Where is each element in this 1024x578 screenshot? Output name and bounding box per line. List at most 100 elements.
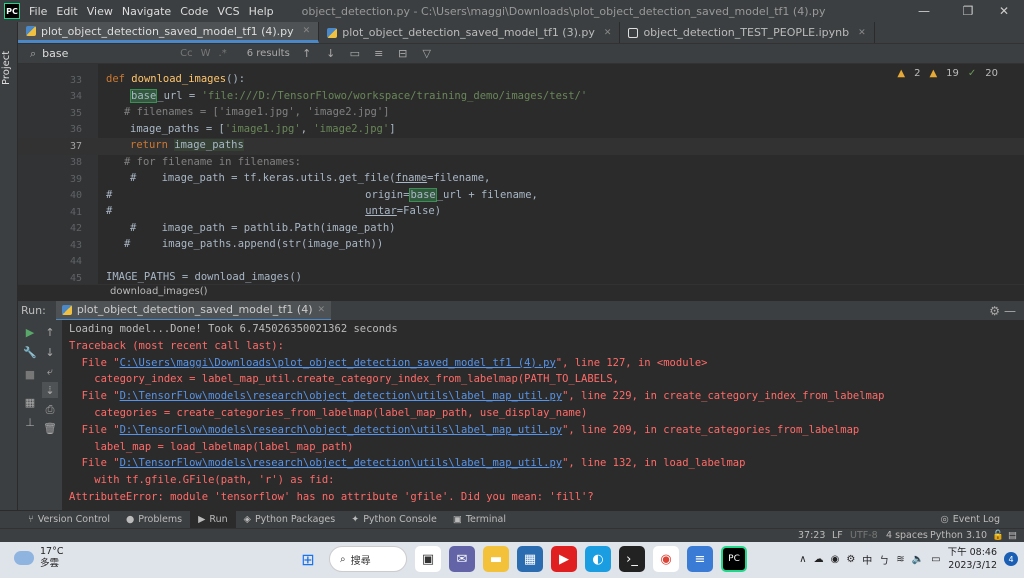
menu-help[interactable]: Help — [249, 5, 274, 18]
console-line: File "D:\TensorFlow\models\research\obje… — [69, 424, 860, 436]
os-taskbar: 17°C 多雲 ⊞ ⌕ 搜尋 ▣ ✉ ▬ ▦ ▶ ◐ ›_ ◉ ≡ PC ∧ ☁ … — [0, 542, 1024, 578]
search-input[interactable] — [42, 47, 173, 60]
tray-app-icon[interactable]: ◉ — [831, 554, 840, 565]
weather-widget[interactable]: 17°C 多雲 — [14, 546, 63, 570]
breadcrumb[interactable]: download_images() — [110, 286, 208, 297]
menu-navigate[interactable]: Navigate — [122, 5, 171, 18]
python-file-icon — [26, 26, 36, 36]
soft-wrap-icon[interactable]: ⤶ — [42, 364, 58, 380]
tab-label: object_detection_TEST_PEOPLE.ipynb — [643, 26, 850, 39]
filter-settings-icon[interactable]: ⊟ — [396, 47, 410, 60]
code-text: # untar=False) — [106, 205, 442, 217]
file-link[interactable]: D:\TensorFlow\models\research\object_det… — [120, 390, 563, 402]
close-button[interactable]: ✕ — [984, 0, 1024, 22]
select-all-icon[interactable]: ▭ — [348, 47, 362, 60]
layout-icon[interactable]: ▦ — [22, 394, 38, 410]
close-icon[interactable]: ✕ — [318, 305, 326, 315]
store-icon[interactable]: ▦ — [517, 546, 543, 572]
caret-position[interactable]: 37:23 — [798, 530, 825, 541]
file-explorer-icon[interactable]: ▬ — [483, 546, 509, 572]
teams-chat-icon[interactable]: ✉ — [449, 546, 475, 572]
youtube-icon[interactable]: ▶ — [551, 546, 577, 572]
taskbar-search[interactable]: ⌕ 搜尋 — [329, 546, 407, 572]
chevron-up-icon[interactable]: ∧ — [799, 554, 806, 565]
notepad-icon[interactable]: ≡ — [687, 546, 713, 572]
close-icon[interactable]: ✕ — [303, 26, 311, 36]
terminal-app-icon[interactable]: ›_ — [619, 546, 645, 572]
tray-app-icon[interactable]: ⚙ — [846, 554, 855, 565]
menu-vcs[interactable]: VCS — [217, 5, 239, 18]
tab-label: plot_object_detection_saved_model_tf1 (4… — [41, 24, 294, 38]
notification-badge[interactable]: 4 — [1004, 552, 1018, 566]
tool-version-control[interactable]: ⑂ Version Control — [20, 511, 118, 529]
file-link[interactable]: C:\Users\maggi\Downloads\plot_object_det… — [120, 357, 556, 369]
arrow-up-icon[interactable]: ↑ — [300, 47, 314, 60]
scroll-to-end-icon[interactable]: ⇣ — [42, 382, 58, 398]
line-separator[interactable]: LF — [832, 530, 843, 541]
file-encoding[interactable]: UTF-8 — [850, 530, 878, 541]
menu-view[interactable]: View — [87, 5, 113, 18]
tool-run[interactable]: ▶ Run — [190, 510, 236, 529]
editor-tab[interactable]: plot_object_detection_saved_model_tf1 (4… — [18, 22, 320, 43]
wrench-icon[interactable]: 🔧 — [22, 344, 38, 360]
edge-browser-icon[interactable]: ◐ — [585, 546, 611, 572]
pin-icon[interactable]: ⊥ — [22, 414, 38, 430]
lock-icon[interactable]: 🔓 — [992, 530, 1004, 541]
funnel-icon[interactable]: ▽ — [420, 47, 434, 60]
python-interpreter[interactable]: Python 3.10 — [930, 530, 987, 541]
ime-indicator[interactable]: 中 — [862, 552, 872, 567]
tool-python-packages[interactable]: ◈ Python Packages — [236, 511, 344, 529]
editor-tab[interactable]: object_detection_TEST_PEOPLE.ipynb ✕ — [620, 22, 875, 43]
restore-button[interactable]: ❐ — [948, 0, 988, 22]
event-log-button[interactable]: ◎ Event Log — [941, 514, 1001, 525]
arrow-down-icon[interactable]: ↓ — [42, 344, 58, 360]
status-bar: 37:23 LF UTF-8 4 spaces Python 3.10 🔓 ▤ — [0, 528, 1024, 542]
console-line: categories = create_categories_from_labe… — [69, 407, 587, 419]
tool-problems[interactable]: ● Problems — [118, 511, 190, 529]
filter-icon[interactable]: ≡ — [372, 47, 386, 60]
volume-icon[interactable]: 🔈 — [912, 554, 924, 565]
battery-icon[interactable]: ▭ — [931, 554, 940, 565]
menu-edit[interactable]: Edit — [56, 5, 77, 18]
trash-icon[interactable]: 🗑 — [42, 420, 58, 436]
stop-icon[interactable]: ■ — [22, 366, 38, 382]
close-icon[interactable]: ✕ — [858, 28, 866, 38]
arrow-up-icon[interactable]: ↑ — [42, 324, 58, 340]
search-icon[interactable]: ⌕ — [30, 47, 36, 61]
regex-toggle[interactable]: .* — [219, 48, 227, 59]
project-tool-tab[interactable]: Project — [1, 48, 17, 88]
minimize-button[interactable]: — — [904, 0, 944, 22]
ime-mode-icon[interactable]: ㄅ — [879, 552, 889, 567]
console-text: ", line 132, in load_labelmap — [562, 457, 746, 470]
close-icon[interactable]: ✕ — [604, 28, 612, 38]
rerun-icon[interactable]: ▶ — [22, 324, 38, 340]
whole-word-toggle[interactable]: W — [201, 48, 211, 59]
chrome-icon[interactable]: ◉ — [653, 546, 679, 572]
run-config-tab[interactable]: plot_object_detection_saved_model_tf1 (4… — [55, 300, 332, 321]
match-case-toggle[interactable]: Cc — [180, 48, 192, 59]
wifi-icon[interactable]: ≋ — [896, 554, 904, 565]
task-view-icon[interactable]: ▣ — [415, 546, 441, 572]
code-editor[interactable]: ▲ 2 ▲ 19 ✓ 20 33 34 35 36 37 38 39 40 41 42… — [18, 64, 1024, 284]
notifications-icon[interactable]: ▤ — [1008, 530, 1017, 541]
file-link[interactable]: D:\TensorFlow\models\research\object_det… — [120, 424, 563, 436]
file-link[interactable]: D:\TensorFlow\models\research\object_det… — [120, 457, 563, 469]
tool-label: Python Console — [363, 514, 437, 525]
indent-setting[interactable]: 4 spaces — [886, 530, 928, 541]
print-icon[interactable]: ⎙ — [42, 402, 58, 418]
pycharm-taskbar-icon[interactable]: PC — [721, 546, 747, 572]
menu-file[interactable]: File — [29, 5, 47, 18]
run-console[interactable]: Loading model...Done! Took 6.74502635002… — [62, 320, 1024, 510]
menu-code[interactable]: Code — [180, 5, 208, 18]
tool-python-console[interactable]: ✦ Python Console — [343, 511, 445, 529]
console-line: with tf.gfile.GFile(path, 'r') as fid: — [69, 474, 334, 486]
gear-icon[interactable]: ⚙ — [989, 304, 1000, 318]
editor-tab[interactable]: plot_object_detection_saved_model_tf1 (3… — [319, 22, 621, 43]
minimize-panel-icon[interactable]: — — [1004, 304, 1016, 318]
code-text: # image_path = tf.keras.utils.get_file(f… — [130, 172, 491, 184]
tool-terminal[interactable]: ▣ Terminal — [445, 511, 514, 529]
network-status-icon[interactable]: ☁ — [814, 554, 824, 565]
windows-start-icon[interactable]: ⊞ — [295, 546, 321, 572]
clock[interactable]: 下午 08:46 2023/3/12 — [948, 546, 997, 572]
arrow-down-icon[interactable]: ↓ — [324, 47, 338, 60]
